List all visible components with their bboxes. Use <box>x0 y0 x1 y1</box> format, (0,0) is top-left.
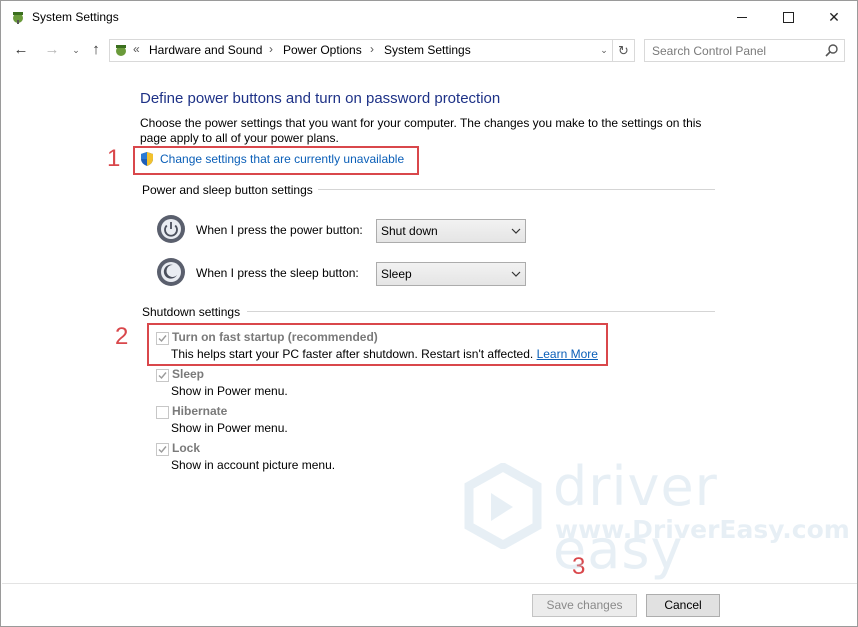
back-arrow-icon: ← <box>13 41 29 58</box>
close-icon: ✕ <box>828 9 840 25</box>
annotation-box-2 <box>147 323 608 366</box>
maximize-icon <box>783 12 794 23</box>
lock-checkbox[interactable] <box>156 443 169 456</box>
hibernate-description: Show in Power menu. <box>171 421 288 435</box>
watermark-url: www.DriverEasy.com <box>555 515 850 544</box>
save-changes-button[interactable]: Save changes <box>532 594 637 617</box>
up-arrow-icon: ↑ <box>92 41 100 58</box>
driver-easy-logo-icon <box>464 463 542 549</box>
checkmark-icon <box>158 372 167 380</box>
group-divider <box>247 311 715 312</box>
breadcrumb-separator: › <box>370 42 374 56</box>
lock-label: Lock <box>172 441 201 455</box>
sleep-label: Sleep <box>172 367 205 381</box>
minimize-icon <box>737 17 747 18</box>
page-description: Choose the power settings that you want … <box>140 116 702 145</box>
forward-arrow-icon: → <box>44 41 60 58</box>
power-button-icon <box>157 215 185 243</box>
window-title: System Settings <box>32 10 119 24</box>
breadcrumb-separator: › <box>269 42 273 56</box>
back-button[interactable]: ← <box>11 41 31 59</box>
breadcrumb-power-options[interactable]: Power Options <box>283 43 362 57</box>
close-button[interactable]: ✕ <box>811 1 857 33</box>
sleep-description: Show in Power menu. <box>171 384 288 398</box>
footer-divider <box>2 583 857 584</box>
up-button[interactable]: ↑ <box>86 41 106 59</box>
cancel-button[interactable]: Cancel <box>646 594 720 617</box>
control-panel-icon <box>116 45 126 56</box>
annotation-number-1: 1 <box>107 145 121 172</box>
power-button-action-select[interactable]: Shut down <box>376 219 526 243</box>
chevron-down-icon: ⌄ <box>600 45 608 55</box>
annotation-box-1 <box>133 146 419 175</box>
sleep-button-icon <box>157 258 185 286</box>
group-divider <box>318 189 715 190</box>
shutdown-group-header: Shutdown settings <box>142 305 241 319</box>
annotation-number-2: 2 <box>115 323 129 350</box>
refresh-icon: ↻ <box>618 43 629 58</box>
search-icon <box>825 44 838 57</box>
minimize-button[interactable] <box>719 1 765 33</box>
power-button-action-value: Shut down <box>381 224 438 238</box>
lock-description: Show in account picture menu. <box>171 458 336 472</box>
breadcrumb-overflow[interactable]: « <box>133 42 140 56</box>
address-dropdown-button[interactable]: ⌄ <box>596 40 612 61</box>
sleep-button-label: When I press the sleep button: <box>196 266 359 280</box>
hibernate-label: Hibernate <box>172 404 228 418</box>
breadcrumb-hardware-and-sound[interactable]: Hardware and Sound <box>149 43 262 57</box>
breadcrumb-system-settings[interactable]: System Settings <box>384 43 471 57</box>
search-input[interactable]: Search Control Panel <box>644 39 845 62</box>
search-placeholder: Search Control Panel <box>652 44 767 58</box>
page-title: Define power buttons and turn on passwor… <box>140 90 501 107</box>
checkmark-icon <box>158 446 167 454</box>
address-bar[interactable]: « Hardware and Sound › Power Options › S… <box>109 39 613 62</box>
power-button-label: When I press the power button: <box>196 223 363 237</box>
maximize-button[interactable] <box>765 1 811 33</box>
sleep-checkbox[interactable] <box>156 369 169 382</box>
power-options-icon <box>13 12 23 24</box>
sleep-button-action-select[interactable]: Sleep <box>376 262 526 286</box>
refresh-button[interactable]: ↻ <box>612 39 635 62</box>
title-bar: System Settings ✕ <box>1 1 857 33</box>
forward-button[interactable]: → <box>42 41 62 59</box>
recent-locations-button[interactable]: ⌄ <box>66 41 86 59</box>
chevron-down-icon <box>511 228 521 234</box>
chevron-down-icon <box>511 271 521 277</box>
chevron-down-icon: ⌄ <box>72 45 80 55</box>
window: System Settings ✕ ← → ⌄ ↑ « Hardware and… <box>0 0 858 627</box>
power-sleep-group-header: Power and sleep button settings <box>142 183 313 197</box>
watermark: driver easy www.DriverEasy.com <box>463 455 850 581</box>
hibernate-checkbox[interactable] <box>156 406 169 419</box>
sleep-button-action-value: Sleep <box>381 267 412 281</box>
